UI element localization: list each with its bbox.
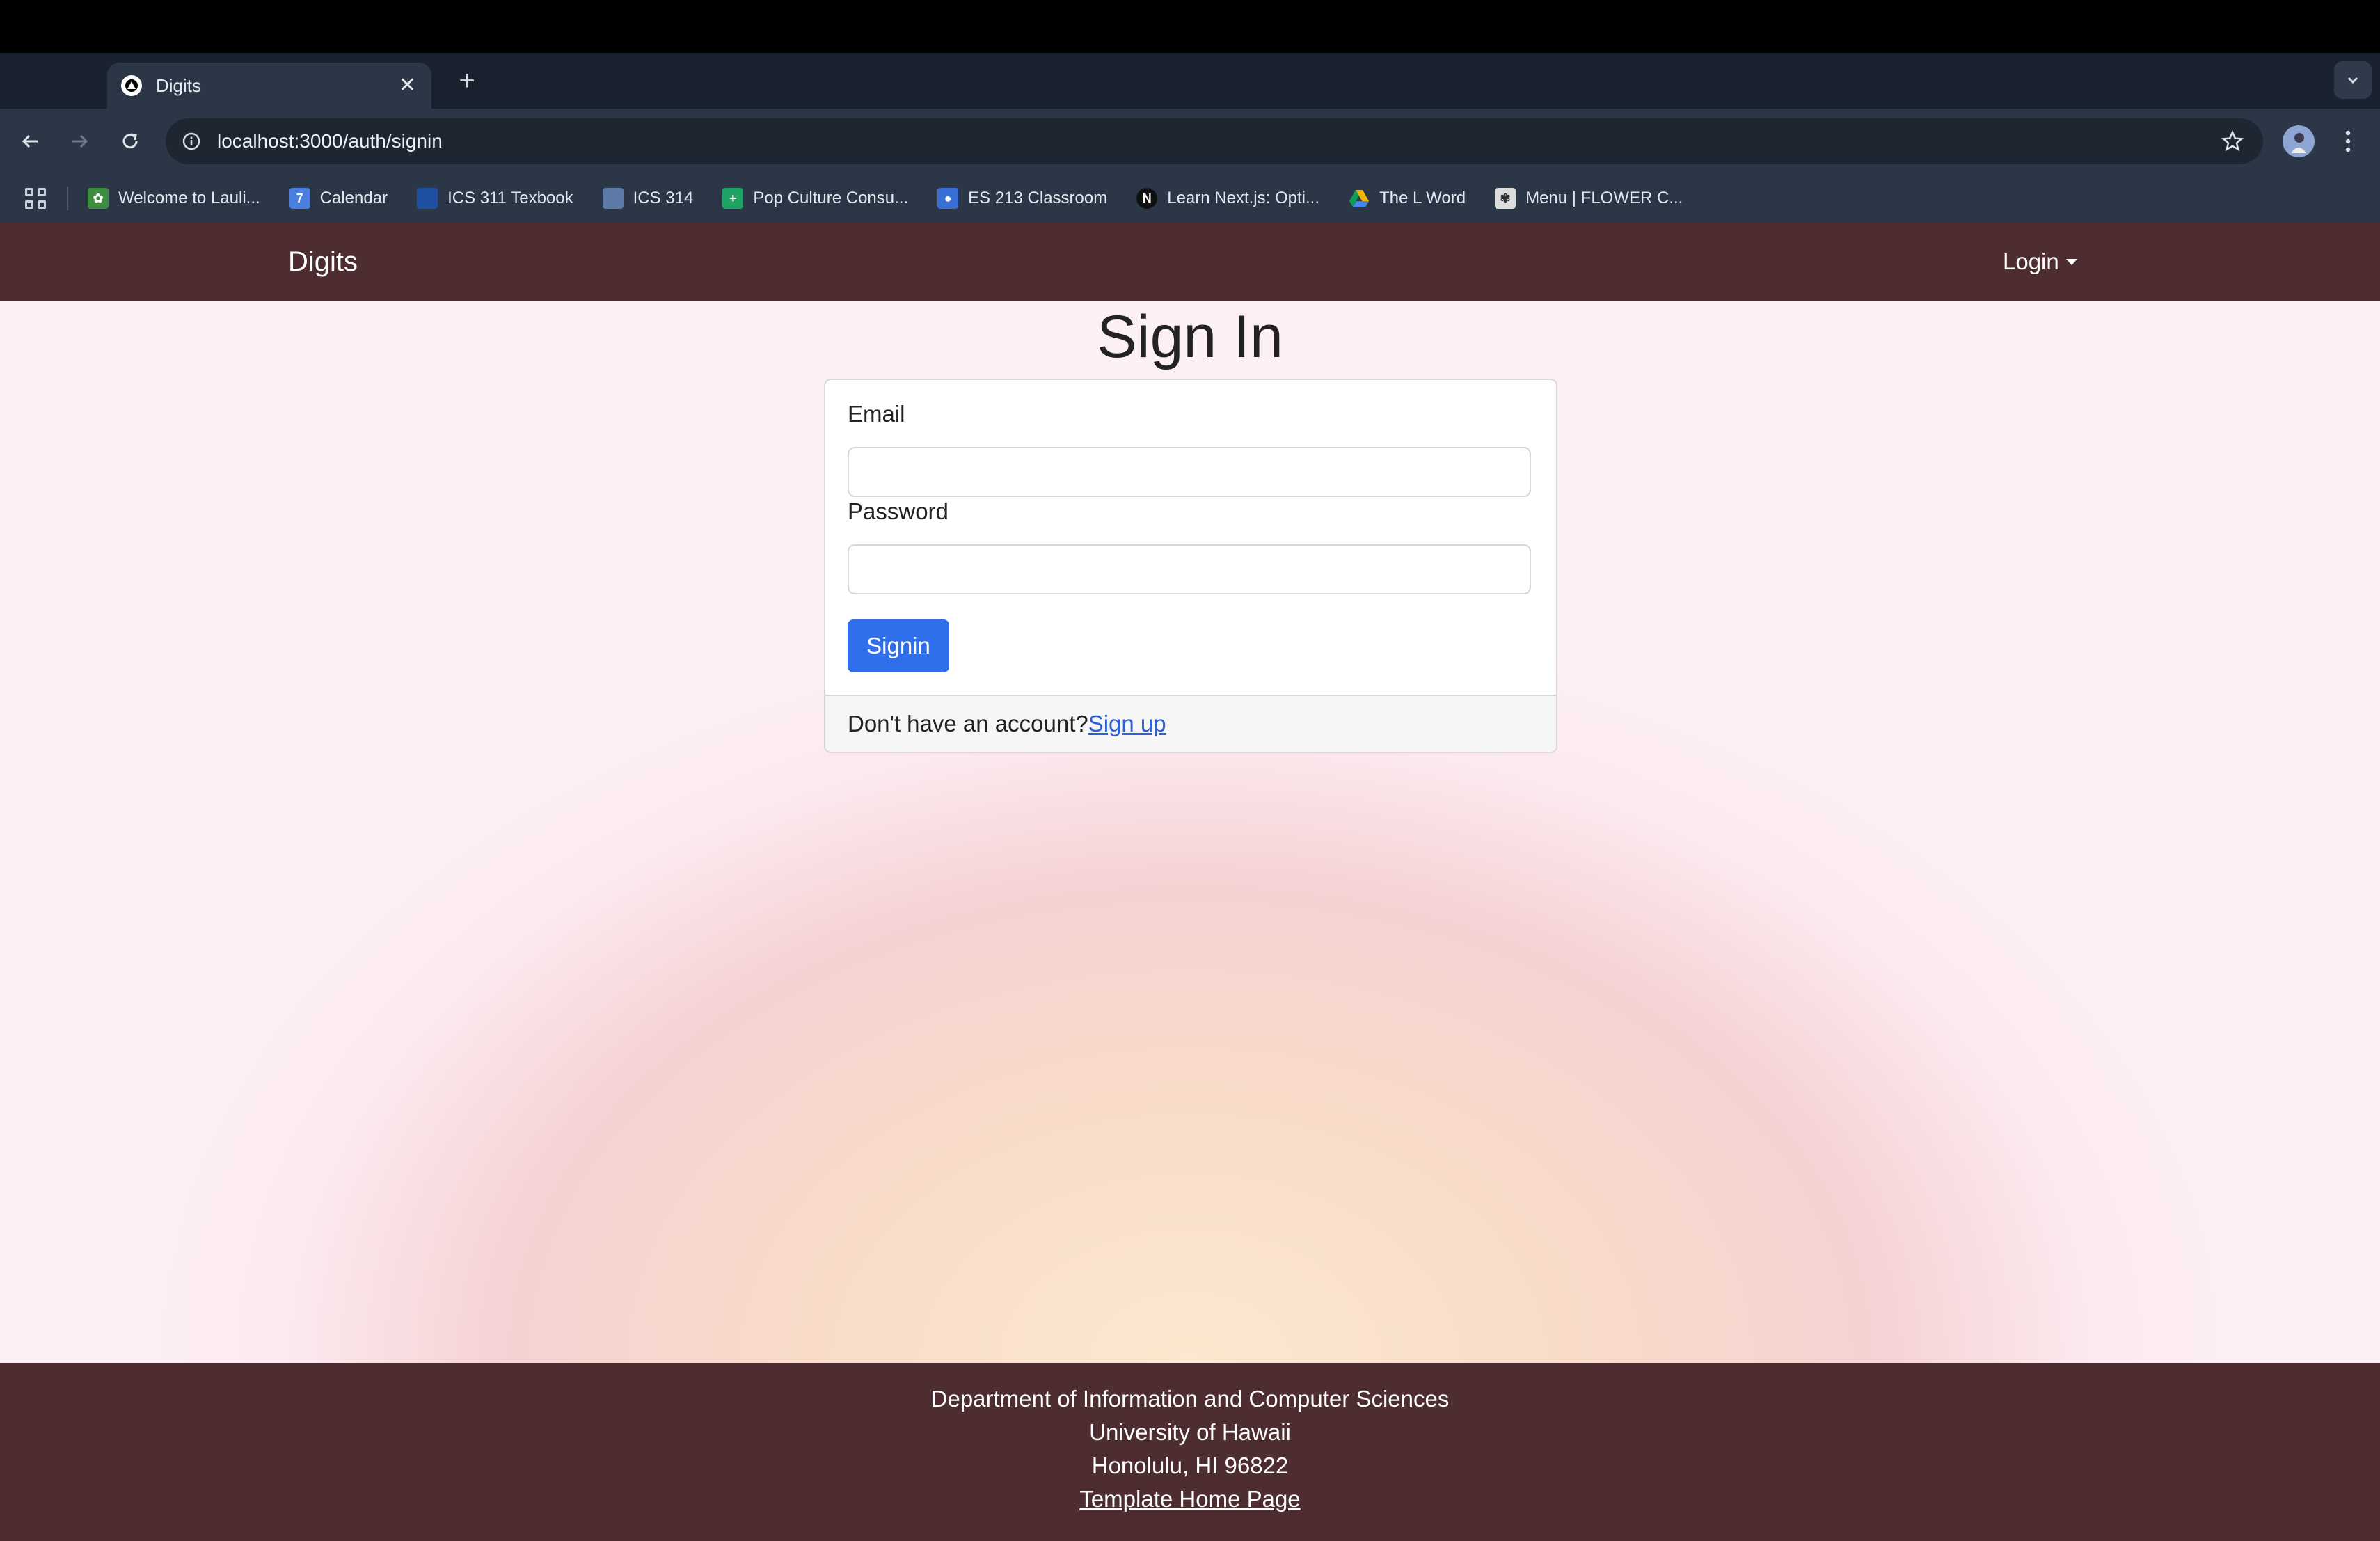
calendar-icon: 7 <box>289 188 310 209</box>
person-icon <box>2283 125 2315 157</box>
forward-button[interactable] <box>63 124 97 159</box>
password-label: Password <box>848 498 949 524</box>
reload-icon <box>122 133 138 149</box>
main-content: Sign In Email Password Signin Don't have… <box>0 301 2380 1363</box>
footer-university: University of Hawaii <box>1089 1419 1291 1445</box>
bookmark-item[interactable]: N Learn Next.js: Opti... <box>1136 188 1319 209</box>
site-navbar: Digits Login <box>0 223 2380 301</box>
close-icon[interactable]: ✕ <box>399 75 416 96</box>
login-dropdown[interactable]: Login <box>2003 223 2077 301</box>
bookmark-item[interactable]: + Pop Culture Consu... <box>722 188 908 209</box>
bookmark-item[interactable]: ✾ Menu | FLOWER C... <box>1495 188 1683 209</box>
bookmark-item[interactable]: 7 Calendar <box>289 188 388 209</box>
nextjs-favicon-icon <box>121 75 142 96</box>
caret-down-icon <box>2065 258 2077 265</box>
classroom-icon: ● <box>937 188 959 209</box>
bookmark-item[interactable]: ✿ Welcome to Lauli... <box>88 188 260 209</box>
browser-toolbar: localhost:3000/auth/signin <box>0 109 2380 174</box>
navbar-brand[interactable]: Digits <box>288 223 358 301</box>
square-icon <box>602 188 624 209</box>
tab-digits[interactable]: Digits ✕ <box>107 63 431 109</box>
bookmarks-bar: ✿ Welcome to Lauli... 7 Calendar ICS 311 T… <box>0 174 2380 223</box>
new-tab-button[interactable]: + <box>449 63 485 99</box>
bookmarks-separator <box>67 187 68 210</box>
bookmark-star-icon[interactable] <box>2219 127 2246 155</box>
card-footer: Don't have an account? Sign up <box>825 695 1556 752</box>
footer-department: Department of Information and Computer S… <box>930 1386 1450 1412</box>
bookmark-item[interactable]: The L Word <box>1349 188 1466 209</box>
back-arrow-icon <box>22 134 38 148</box>
page-title: Sign In <box>1097 303 1283 370</box>
reload-button[interactable] <box>113 124 148 159</box>
url-text: localhost:3000/auth/signin <box>217 130 443 152</box>
drive-icon <box>1349 188 1370 209</box>
browser-menu-button[interactable] <box>2334 125 2362 157</box>
sheets-icon: + <box>722 188 744 209</box>
flower-icon: ✾ <box>1495 188 1516 209</box>
leaf-icon: ✿ <box>88 188 109 209</box>
nextjs-icon: N <box>1136 188 1158 209</box>
screen-top-bar <box>0 0 2380 53</box>
forward-arrow-icon <box>72 134 88 148</box>
password-field[interactable] <box>848 544 1531 594</box>
email-label: Email <box>848 401 905 427</box>
bookmark-item[interactable]: ● ES 213 Classroom <box>937 188 1107 209</box>
signup-link[interactable]: Sign up <box>1088 711 1166 737</box>
tab-search-button[interactable] <box>2334 61 2372 99</box>
email-field[interactable] <box>848 447 1531 497</box>
login-label: Login <box>2003 248 2059 274</box>
site-footer: Department of Information and Computer S… <box>0 1363 2380 1541</box>
address-bar[interactable]: localhost:3000/auth/signin <box>166 118 2263 164</box>
signin-card: Email Password Signin Don't have an acco… <box>824 379 1557 753</box>
info-icon[interactable] <box>181 131 202 152</box>
more-vert-icon <box>2345 130 2351 152</box>
profile-avatar[interactable] <box>2283 125 2315 157</box>
tab-strip: Digits ✕ + <box>0 53 2380 109</box>
footer-address: Honolulu, HI 96822 <box>1091 1453 1289 1478</box>
apps-grid-icon[interactable] <box>25 188 46 209</box>
signup-prompt: Don't have an account? <box>848 711 1088 736</box>
bookmark-item[interactable]: ICS 314 <box>602 188 693 209</box>
book-icon <box>417 188 438 209</box>
bookmark-item[interactable]: ICS 311 Texbook <box>417 188 573 209</box>
template-home-link[interactable]: Template Home Page <box>1079 1486 1300 1512</box>
tab-title: Digits <box>156 74 202 96</box>
back-button[interactable] <box>13 124 47 159</box>
chevron-down-icon <box>2347 77 2358 84</box>
signin-button[interactable]: Signin <box>848 619 949 672</box>
